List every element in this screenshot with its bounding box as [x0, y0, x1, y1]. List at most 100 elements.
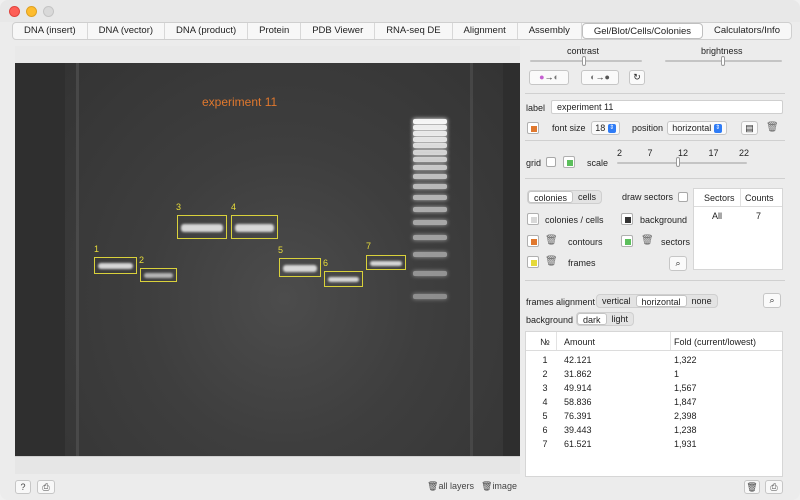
table-row[interactable]: 2 31.862 1	[526, 368, 782, 382]
scale-slider-knob[interactable]	[676, 157, 680, 167]
tab-calculators-info[interactable]: Calculators/Info	[703, 23, 791, 39]
reset-button[interactable]: ↻	[629, 70, 645, 85]
row-number: 1	[542, 355, 548, 365]
align-search-button[interactable]: ⌕	[763, 293, 781, 308]
table-row[interactable]: 4 58.836 1,847	[526, 396, 782, 410]
alignment-option-vertical[interactable]: vertical	[597, 295, 636, 307]
band-frame-5[interactable]	[279, 258, 321, 277]
grid-color-swatch[interactable]	[563, 156, 575, 168]
table-row[interactable]: 1 42.121 1,322	[526, 354, 782, 368]
contrast-slider-knob[interactable]	[582, 56, 586, 66]
sectors-table-header: Sectors Counts	[694, 189, 782, 207]
gel-well-line	[470, 63, 473, 456]
fold-cell: 1,847	[674, 397, 697, 407]
background-option-light[interactable]: light	[607, 313, 634, 325]
background-color-swatch[interactable]	[621, 213, 633, 225]
band-frame-3[interactable]	[177, 215, 227, 239]
amount-cell: 58.836	[564, 397, 592, 407]
label-color-swatch[interactable]	[527, 122, 539, 134]
delete-results-button[interactable]: 🗑	[744, 480, 760, 494]
frames-alignment-caption: frames alignment	[526, 297, 596, 307]
clear-all-layers-button[interactable]: 🗑all layers	[427, 481, 474, 492]
tab-dna-product[interactable]: DNA (product)	[165, 23, 249, 39]
counts-cell: 7	[756, 211, 762, 221]
chevron-updown-icon: ⇕	[607, 124, 616, 134]
grid-checkbox[interactable]	[546, 157, 556, 167]
band-frame-2[interactable]	[140, 268, 177, 282]
band-label-7: 7	[366, 241, 372, 251]
position-select[interactable]: horizontal ⇕	[667, 121, 727, 135]
print-image-button[interactable]: ⎙	[37, 480, 55, 494]
arrow-right-icon: →	[544, 72, 554, 82]
label-input[interactable]: experiment 11	[551, 100, 783, 114]
contours-color-swatch[interactable]	[527, 235, 539, 247]
row-number: 5	[542, 411, 548, 421]
trash-icon[interactable]: 🗑	[766, 122, 779, 133]
fold-cell: 1,322	[674, 355, 697, 365]
tab-pdb-viewer[interactable]: PDB Viewer	[301, 23, 376, 39]
help-button[interactable]: ?	[15, 480, 31, 494]
table-row[interactable]: 6 39.443 1,238	[526, 424, 782, 438]
clear-image-button[interactable]: 🗑image	[481, 481, 517, 492]
band-frame-6[interactable]	[324, 271, 363, 287]
trash-icon[interactable]: 🗑	[641, 235, 654, 246]
ladder-band	[413, 150, 447, 155]
frames-alignment-control[interactable]: vertical horizontal none	[596, 294, 718, 308]
contrast-slider[interactable]	[530, 60, 642, 62]
counts-header: Counts	[745, 193, 774, 203]
ladder-band	[413, 137, 447, 142]
app-window: DNA (insert) DNA (vector) DNA (product) Pro…	[0, 0, 800, 500]
zoom-window-button[interactable]	[43, 6, 54, 17]
mode-option-colonies[interactable]: colonies	[528, 191, 574, 203]
trash-icon[interactable]: 🗑	[545, 256, 558, 267]
results-table: № Amount Fold (current/lowest) 1 42.121 1,…	[525, 331, 783, 477]
invert-colors-button[interactable]: ●→◐	[529, 70, 569, 85]
close-window-button[interactable]	[9, 6, 20, 17]
position-caption: position	[632, 123, 664, 133]
scale-tick-label: 7	[647, 148, 653, 158]
tab-assembly[interactable]: Assembly	[518, 23, 582, 39]
background-option-dark[interactable]: dark	[577, 313, 607, 325]
alignment-option-horizontal[interactable]: horizontal	[635, 295, 687, 307]
dna-ladder	[413, 119, 447, 309]
image-title-label[interactable]: experiment 11	[202, 95, 277, 109]
print-results-button[interactable]: ⎙	[765, 480, 783, 494]
label-layout-button[interactable]: ▤	[741, 121, 758, 135]
colonies-cells-color-swatch[interactable]	[527, 213, 539, 225]
draw-sectors-checkbox[interactable]	[678, 192, 688, 202]
band-frame-7[interactable]	[366, 255, 406, 270]
band-frame-1[interactable]	[94, 257, 137, 274]
amount-cell: 31.862	[564, 369, 592, 379]
font-size-select[interactable]: 18 ⇕	[591, 121, 620, 135]
divider	[525, 140, 785, 141]
tab-rna-seq-de[interactable]: RNA-seq DE	[375, 23, 453, 39]
color-chip	[531, 260, 537, 266]
tab-dna-insert[interactable]: DNA (insert)	[13, 23, 88, 39]
band-frame-4[interactable]	[231, 215, 278, 239]
mode-option-cells[interactable]: cells	[573, 191, 601, 203]
background-mode-control[interactable]: dark light	[576, 312, 635, 326]
frames-color-swatch[interactable]	[527, 256, 539, 268]
gel-image-canvas[interactable]: experiment 11 1 2 3 4 5 6 7	[15, 63, 520, 456]
minimize-window-button[interactable]	[26, 6, 37, 17]
trash-icon[interactable]: 🗑	[545, 235, 558, 246]
background-label: background	[640, 215, 688, 225]
tab-protein[interactable]: Protein	[248, 23, 302, 39]
sectors-color-swatch[interactable]	[621, 235, 633, 247]
number-column-header: №	[540, 337, 550, 347]
row-number: 4	[542, 397, 548, 407]
scale-slider[interactable]	[617, 162, 747, 164]
brightness-slider-knob[interactable]	[721, 56, 725, 66]
tab-alignment[interactable]: Alignment	[453, 23, 518, 39]
table-row[interactable]: 5 76.391 2,398	[526, 410, 782, 424]
tab-dna-vector[interactable]: DNA (vector)	[88, 23, 166, 39]
alignment-option-none[interactable]: none	[687, 295, 717, 307]
detect-button[interactable]: ⌕	[669, 256, 687, 271]
tab-gel-blot-cells-colonies[interactable]: Gel/Blot/Cells/Colonies	[581, 23, 703, 39]
ladder-band	[413, 235, 447, 240]
table-row[interactable]: 7 61.521 1,931	[526, 438, 782, 452]
ladder-band	[413, 165, 447, 170]
table-row[interactable]: 3 49.914 1,567	[526, 382, 782, 396]
flip-image-button[interactable]: ◐→●	[581, 70, 619, 85]
mode-segmented-control[interactable]: colonies cells	[527, 190, 603, 204]
